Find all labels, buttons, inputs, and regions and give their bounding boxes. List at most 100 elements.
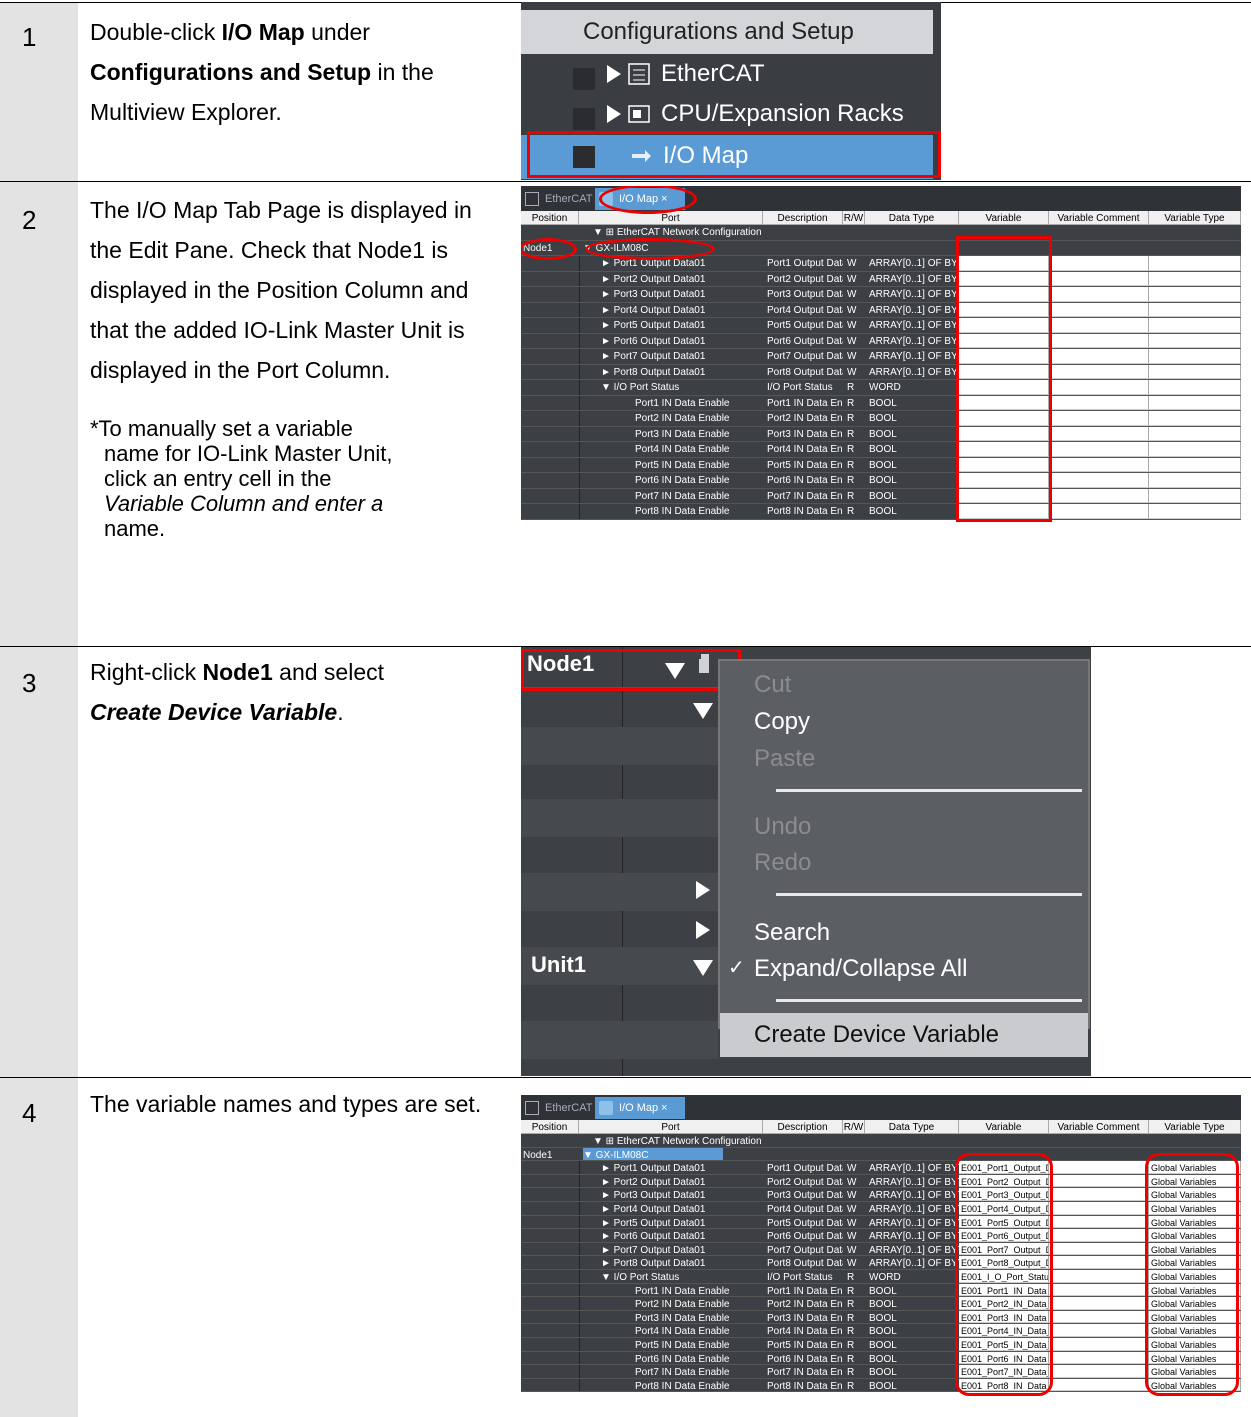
variable-comment-cell[interactable] xyxy=(1049,364,1149,379)
table-row[interactable]: ► Port2 Output Data01 Port2 Output Data01… xyxy=(521,1174,1241,1189)
variable-type-cell[interactable] xyxy=(1149,271,1241,286)
table-row[interactable]: ▼ I/O Port Status I/O Port Status R WORD E00… xyxy=(521,1270,1241,1284)
table-row[interactable]: Port8 IN Data Enable Port8 IN Data Enable… xyxy=(521,1378,1241,1393)
variable-comment-cell[interactable] xyxy=(1049,318,1149,333)
table-row[interactable]: ► Port4 Output Data01 Port4 Output Data01… xyxy=(521,1202,1241,1216)
table-row[interactable]: Port7 IN Data Enable Port7 IN Data Enable… xyxy=(521,488,1241,504)
column-header[interactable]: Variable Comment xyxy=(1049,1120,1149,1133)
variable-type-cell[interactable] xyxy=(1149,473,1241,488)
device-name-cell[interactable]: ▼ GX-ILM08C xyxy=(583,1147,723,1161)
menu-item-undo[interactable]: Undo xyxy=(754,813,811,841)
menu-item-search[interactable]: Search xyxy=(754,919,830,947)
variable-comment-cell[interactable] xyxy=(1049,1188,1149,1201)
variable-comment-cell[interactable] xyxy=(1049,411,1149,426)
variable-type-cell[interactable] xyxy=(1149,488,1241,503)
variable-comment-cell[interactable] xyxy=(1049,256,1149,271)
table-row[interactable]: Port1 IN Data Enable Port1 IN Data Enable… xyxy=(521,395,1241,411)
column-header[interactable]: Description xyxy=(763,1120,843,1133)
table-row[interactable]: ► Port6 Output Data01 Port6 Output Data01… xyxy=(521,333,1241,349)
table-row[interactable]: ► Port3 Output Data01 Port3 Output Data01… xyxy=(521,1188,1241,1202)
tab-ethercat[interactable]: EtherCAT xyxy=(521,1097,592,1119)
variable-comment-cell[interactable] xyxy=(1049,1202,1149,1215)
column-header[interactable]: Position xyxy=(521,211,579,224)
device-row[interactable]: Node1 ▼ GX-ILM08C xyxy=(521,1147,1241,1162)
variable-comment-cell[interactable] xyxy=(1049,1215,1149,1229)
variable-comment-cell[interactable] xyxy=(1049,287,1149,302)
variable-type-cell[interactable] xyxy=(1149,333,1241,348)
variable-type-cell[interactable] xyxy=(1149,395,1241,410)
column-header[interactable]: R/W xyxy=(843,1120,865,1133)
table-row[interactable]: Port3 IN Data Enable Port3 IN Data Enable… xyxy=(521,426,1241,442)
tree-item-configurations[interactable]: Configurations and Setup xyxy=(521,10,933,54)
table-row[interactable]: Port4 IN Data Enable Port4 IN Data Enable… xyxy=(521,442,1241,458)
tab-io-map[interactable]: I/O Map × xyxy=(595,1097,685,1119)
table-row[interactable]: ► Port5 Output Data01 Port5 Output Data01… xyxy=(521,318,1241,334)
table-row[interactable]: ► Port3 Output Data01 Port3 Output Data01… xyxy=(521,287,1241,303)
variable-comment-cell[interactable] xyxy=(1049,380,1149,395)
variable-comment-cell[interactable] xyxy=(1049,1270,1149,1283)
table-row[interactable]: ► Port7 Output Data01 Port7 Output Data01… xyxy=(521,349,1241,365)
menu-item-copy[interactable]: Copy xyxy=(754,708,810,736)
variable-comment-cell[interactable] xyxy=(1049,302,1149,317)
variable-type-cell[interactable] xyxy=(1149,442,1241,457)
variable-comment-cell[interactable] xyxy=(1049,457,1149,472)
menu-item-cut[interactable]: Cut xyxy=(754,671,791,699)
table-row[interactable]: ► Port2 Output Data01 Port2 Output Data01… xyxy=(521,271,1241,287)
unit1-cell[interactable]: Unit1 xyxy=(531,952,586,978)
variable-type-cell[interactable] xyxy=(1149,457,1241,472)
variable-type-cell[interactable] xyxy=(1149,302,1241,317)
variable-comment-cell[interactable] xyxy=(1049,1351,1149,1365)
table-row[interactable]: Port8 IN Data Enable Port8 IN Data Enable… xyxy=(521,504,1241,520)
variable-comment-cell[interactable] xyxy=(1049,1297,1149,1310)
table-row[interactable]: Port7 IN Data Enable Port7 IN Data Enable… xyxy=(521,1365,1241,1379)
variable-type-cell[interactable] xyxy=(1149,256,1241,271)
column-header[interactable]: Variable Type xyxy=(1149,211,1241,224)
variable-type-cell[interactable] xyxy=(1149,287,1241,302)
variable-type-cell[interactable] xyxy=(1149,318,1241,333)
variable-type-cell[interactable] xyxy=(1149,349,1241,364)
variable-comment-cell[interactable] xyxy=(1049,473,1149,488)
column-header[interactable]: R/W xyxy=(843,211,865,224)
table-row[interactable]: Port4 IN Data Enable Port4 IN Data Enable… xyxy=(521,1324,1241,1338)
table-row[interactable]: ► Port8 Output Data01 Port8 Output Data01… xyxy=(521,364,1241,380)
column-header[interactable]: Data Type xyxy=(865,1120,959,1133)
variable-comment-cell[interactable] xyxy=(1049,504,1149,519)
menu-item-redo[interactable]: Redo xyxy=(754,849,811,877)
column-header[interactable]: Variable Type xyxy=(1149,1120,1241,1133)
variable-comment-cell[interactable] xyxy=(1049,271,1149,286)
column-header[interactable]: Variable Comment xyxy=(1049,211,1149,224)
variable-comment-cell[interactable] xyxy=(1049,442,1149,457)
table-row[interactable]: ► Port4 Output Data01 Port4 Output Data01… xyxy=(521,302,1241,318)
variable-type-cell[interactable] xyxy=(1149,364,1241,379)
table-row[interactable]: Port2 IN Data Enable Port2 IN Data Enable… xyxy=(521,411,1241,427)
table-row[interactable]: Port5 IN Data Enable Port5 IN Data Enable… xyxy=(521,1338,1241,1352)
variable-comment-cell[interactable] xyxy=(1049,349,1149,364)
variable-comment-cell[interactable] xyxy=(1049,1283,1149,1297)
column-header[interactable]: Description xyxy=(763,211,843,224)
variable-comment-cell[interactable] xyxy=(1049,1324,1149,1337)
table-row[interactable]: ▼ I/O Port Status I/O Port Status R WORD xyxy=(521,380,1241,396)
menu-item-expand-collapse[interactable]: Expand/Collapse All xyxy=(754,955,967,983)
variable-comment-cell[interactable] xyxy=(1049,1378,1149,1392)
column-header[interactable]: Variable xyxy=(959,211,1049,224)
table-row[interactable]: Port5 IN Data Enable Port5 IN Data Enable… xyxy=(521,457,1241,473)
table-row[interactable]: Port3 IN Data Enable Port3 IN Data Enable… xyxy=(521,1310,1241,1325)
tree-item-ethercat[interactable]: EtherCAT xyxy=(661,60,765,88)
column-header[interactable]: Variable xyxy=(959,1120,1049,1133)
menu-item-paste[interactable]: Paste xyxy=(754,745,815,773)
tree-item-cpu-racks[interactable]: CPU/Expansion Racks xyxy=(661,100,904,128)
variable-comment-cell[interactable] xyxy=(1049,1174,1149,1188)
variable-comment-cell[interactable] xyxy=(1049,1229,1149,1242)
variable-comment-cell[interactable] xyxy=(1049,488,1149,503)
table-row[interactable]: Port6 IN Data Enable Port6 IN Data Enable… xyxy=(521,473,1241,489)
variable-comment-cell[interactable] xyxy=(1049,1310,1149,1324)
table-row[interactable]: ► Port8 Output Data01 Port8 Output Data01… xyxy=(521,1256,1241,1270)
variable-type-cell[interactable] xyxy=(1149,504,1241,519)
table-row[interactable]: ► Port1 Output Data01 Port1 Output Data01… xyxy=(521,1161,1241,1175)
table-row[interactable]: Port6 IN Data Enable Port6 IN Data Enable… xyxy=(521,1351,1241,1366)
table-row[interactable]: ► Port7 Output Data01 Port7 Output Data01… xyxy=(521,1242,1241,1257)
tab-ethercat[interactable]: EtherCAT xyxy=(521,188,592,210)
variable-type-cell[interactable] xyxy=(1149,411,1241,426)
column-header[interactable]: Data Type xyxy=(865,211,959,224)
variable-comment-cell[interactable] xyxy=(1049,1256,1149,1269)
